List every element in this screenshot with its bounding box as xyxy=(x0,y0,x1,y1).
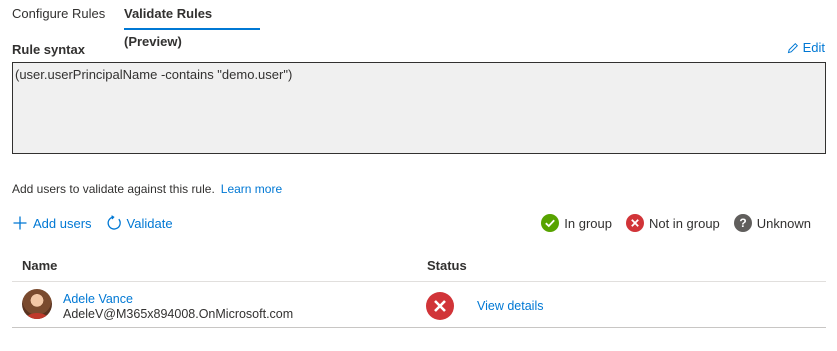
add-users-button[interactable]: Add users xyxy=(12,215,92,231)
table-header: Name Status xyxy=(12,250,826,282)
description-text: Add users to validate against this rule. xyxy=(12,182,215,196)
validate-label: Validate xyxy=(126,215,173,231)
legend-in-group-label: In group xyxy=(564,215,612,231)
column-header-status[interactable]: Status xyxy=(427,258,467,273)
question-circle-icon: ? xyxy=(733,214,752,232)
legend-not-in-group-label: Not in group xyxy=(648,215,720,231)
rule-syntax-title: Rule syntax xyxy=(12,42,85,57)
column-header-name[interactable]: Name xyxy=(22,258,57,273)
legend-unknown: ? Unknown xyxy=(733,214,811,232)
user-email: AdeleV@M365x894008.OnMicrosoft.com xyxy=(63,307,294,321)
legend-not-in-group: Not in group xyxy=(625,214,720,232)
edit-button[interactable]: Edit xyxy=(787,40,825,55)
tab-bar: Configure Rules Validate Rules (Preview) xyxy=(12,0,264,49)
status-legend: In group Not in group ? Unknown xyxy=(541,214,811,232)
learn-more-link[interactable]: Learn more xyxy=(221,182,282,196)
view-details-link[interactable]: View details xyxy=(477,299,543,313)
pencil-icon xyxy=(787,42,798,53)
validate-button[interactable]: Validate xyxy=(106,215,173,231)
edit-label: Edit xyxy=(802,40,825,55)
user-name-link[interactable]: Adele Vance xyxy=(63,292,133,306)
validate-rules-panel: Configure Rules Validate Rules (Preview)… xyxy=(0,0,837,351)
rule-syntax-box[interactable]: (user.userPrincipalName -contains "demo.… xyxy=(12,62,826,154)
avatar xyxy=(22,289,52,319)
not-in-group-icon xyxy=(426,292,454,320)
table-row: Adele Vance AdeleV@M365x894008.OnMicroso… xyxy=(12,282,826,328)
refresh-icon xyxy=(107,215,121,230)
plus-icon xyxy=(13,216,27,230)
legend-unknown-label: Unknown xyxy=(756,215,811,231)
check-circle-icon xyxy=(541,214,560,232)
action-bar: Add users Validate xyxy=(12,215,173,231)
tab-validate-rules[interactable]: Validate Rules (Preview) xyxy=(124,0,264,49)
tab-configure-rules[interactable]: Configure Rules xyxy=(12,0,124,30)
add-users-label: Add users xyxy=(33,215,92,231)
svg-text:?: ? xyxy=(739,216,746,230)
legend-in-group: In group xyxy=(541,214,612,232)
validate-description: Add users to validate against this rule.… xyxy=(12,182,282,196)
x-circle-icon xyxy=(625,214,644,232)
